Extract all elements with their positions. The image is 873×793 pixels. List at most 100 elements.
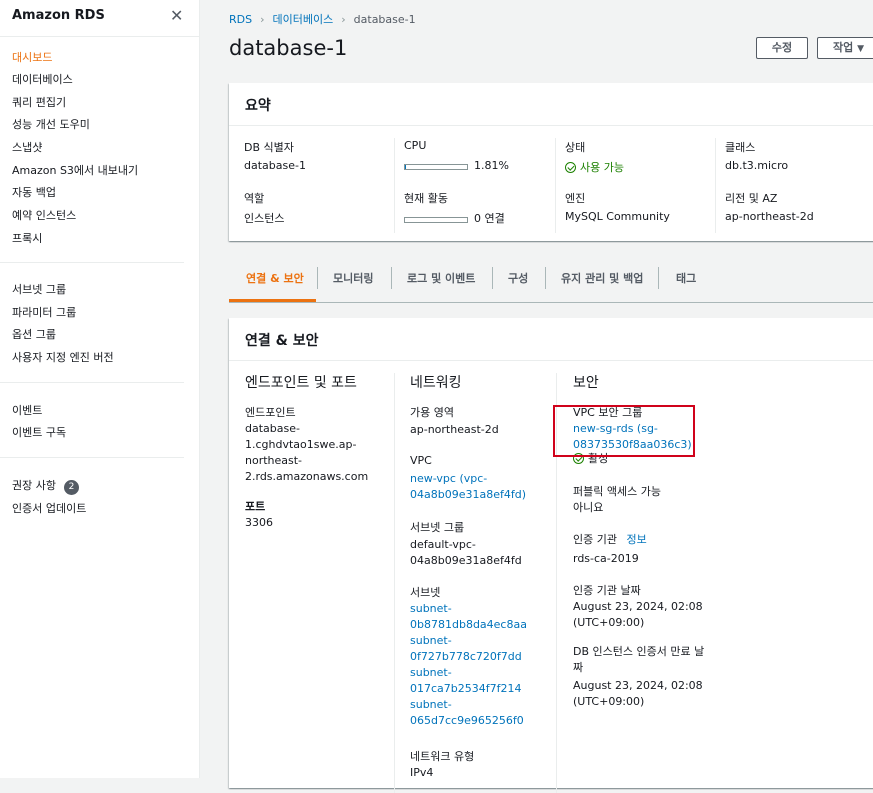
subnets-list[interactable]: subnet- 0b8781db8da4ec8aa subnet- 0f727b… xyxy=(410,601,527,729)
sidebar-item-parameter-groups[interactable]: 파라미터 그룹 xyxy=(12,304,76,320)
status-label: 상태 xyxy=(565,141,586,154)
divider xyxy=(391,267,392,289)
status-text: 사용 가능 xyxy=(580,161,624,174)
az-label: 가용 영역 xyxy=(410,406,454,419)
subnet-link-line[interactable]: 065d7cc9e965256f0 xyxy=(410,713,527,729)
endpoint-line: 1.cghdvtao1swe.ap- xyxy=(245,438,357,451)
actions-button[interactable]: 작업 ▼ xyxy=(817,37,873,59)
tab-maintenance-backups[interactable]: 유지 관리 및 백업 xyxy=(561,270,643,286)
divider xyxy=(492,267,493,289)
cert-expiry-label: DB 인스턴스 인증서 만료 날 짜 xyxy=(573,644,704,676)
sidebar-item-option-groups[interactable]: 옵션 그룹 xyxy=(12,326,56,342)
divider xyxy=(0,457,184,458)
subnet-link-line[interactable]: subnet- xyxy=(410,601,527,617)
sidebar: Amazon RDS ✕ 대시보드 데이터베이스 쿼리 편집기 성능 개선 도우… xyxy=(0,0,200,778)
vpc-link-line: new-vpc (vpc- xyxy=(410,472,488,485)
chevron-right-icon: › xyxy=(341,13,346,26)
sidebar-item-events[interactable]: 이벤트 xyxy=(12,402,42,418)
cpu-percent: 1.81% xyxy=(474,159,509,172)
cpu-meter-fill xyxy=(405,165,407,169)
region-value: ap-northeast-2d xyxy=(725,210,814,223)
breadcrumb-databases[interactable]: 데이터베이스 xyxy=(273,13,334,26)
subnet-link-line[interactable]: 0f727b778c720f7dd xyxy=(410,649,527,665)
subnet-group-value: default-vpc- 04a8b09e31a8ef4fd xyxy=(410,537,522,569)
subnet-link-line[interactable]: 0b8781db8da4ec8aa xyxy=(410,617,527,633)
tab-connectivity-security[interactable]: 연결 & 보안 xyxy=(246,270,304,286)
vpc-link-line: 04a8b09e31a8ef4fd) xyxy=(410,488,527,501)
connectivity-heading: 연결 & 보안 xyxy=(245,333,319,349)
activity-label: 현재 활동 xyxy=(404,192,448,205)
activity-value: 0 연결 xyxy=(404,210,505,226)
breadcrumb-current: database-1 xyxy=(353,13,416,26)
tab-logs-events[interactable]: 로그 및 이벤트 xyxy=(407,270,475,286)
tab-monitoring[interactable]: 모니터링 xyxy=(333,270,373,286)
sidebar-item-recommendations[interactable]: 권장 사항 2 xyxy=(12,477,79,495)
cert-expiry-value: August 23, 2024, 02:08 (UTC+09:00) xyxy=(573,678,703,710)
sidebar-item-snapshots[interactable]: 스냅샷 xyxy=(12,139,42,155)
subnet-group-line: 04a8b09e31a8ef4fd xyxy=(410,554,522,567)
vpc-link[interactable]: new-vpc (vpc- 04a8b09e31a8ef4fd) xyxy=(410,471,526,503)
ca-info-link[interactable]: 정보 xyxy=(626,533,646,546)
ca-date-line: August 23, 2024, 02:08 xyxy=(573,600,703,613)
port-label: 포트 xyxy=(245,500,266,513)
breadcrumb: RDS › 데이터베이스 › database-1 xyxy=(229,11,416,27)
summary-heading: 요약 xyxy=(245,98,271,114)
public-access-value: 아니요 xyxy=(573,501,604,514)
role-label: 역할 xyxy=(244,192,265,205)
sidebar-item-performance-insights[interactable]: 성능 개선 도우미 xyxy=(12,116,90,132)
sidebar-item-s3-export[interactable]: Amazon S3에서 내보내기 xyxy=(12,162,138,178)
public-access-label: 퍼블릭 액세스 가능 xyxy=(573,485,661,498)
highlight-box xyxy=(553,405,695,457)
subnet-link-line[interactable]: subnet- xyxy=(410,633,527,649)
role-value: 인스턴스 xyxy=(244,212,285,225)
subnet-link-line[interactable]: subnet- xyxy=(410,697,527,713)
tab-configuration[interactable]: 구성 xyxy=(508,270,528,286)
sidebar-item-query-editor[interactable]: 쿼리 편집기 xyxy=(12,94,66,110)
page-title: database-1 xyxy=(229,36,348,60)
region-label: 리전 및 AZ xyxy=(725,192,778,205)
sidebar-title: Amazon RDS xyxy=(12,8,105,23)
sidebar-item-dashboard[interactable]: 대시보드 xyxy=(12,49,52,65)
count-badge: 2 xyxy=(63,480,79,495)
tab-bar: 연결 & 보안 모니터링 로그 및 이벤트 구성 유지 관리 및 백업 태그 xyxy=(229,262,873,303)
cpu-label: CPU xyxy=(404,139,427,152)
divider xyxy=(545,267,546,289)
network-type-value: IPv4 xyxy=(410,766,434,779)
ca-date-label: 인증 기관 날짜 xyxy=(573,584,641,597)
caret-down-icon: ▼ xyxy=(857,44,865,54)
sidebar-item-subnet-groups[interactable]: 서브넷 그룹 xyxy=(12,281,66,297)
sidebar-item-custom-engine-versions[interactable]: 사용자 지정 엔진 버전 xyxy=(12,349,114,365)
sidebar-item-proxies[interactable]: 프록시 xyxy=(12,230,42,246)
subnet-link-line[interactable]: subnet- xyxy=(410,665,527,681)
endpoint-label: 엔드포인트 xyxy=(245,406,296,419)
summary-panel: 요약 DB 식별자 database-1 CPU 1.81% 상태 사용 가능 … xyxy=(229,83,873,241)
divider xyxy=(317,267,318,289)
cert-expiry-label-line: DB 인스턴스 인증서 만료 날 xyxy=(573,645,705,658)
port-value: 3306 xyxy=(245,516,273,529)
divider xyxy=(394,138,395,233)
tab-tags[interactable]: 태그 xyxy=(676,270,696,286)
sidebar-item-certificate-update[interactable]: 인증서 업데이트 xyxy=(12,500,86,516)
modify-button[interactable]: 수정 xyxy=(756,37,808,59)
sidebar-item-auto-backups[interactable]: 자동 백업 xyxy=(12,184,56,200)
chevron-right-icon: › xyxy=(260,13,265,26)
activity-meter xyxy=(404,217,468,223)
actions-button-label: 작업 xyxy=(833,41,854,54)
cpu-meter xyxy=(404,164,468,170)
divider xyxy=(229,360,873,361)
cert-expiry-label-line: 짜 xyxy=(573,661,584,674)
divider xyxy=(394,373,395,793)
cert-expiry-line: August 23, 2024, 02:08 xyxy=(573,679,703,692)
az-value: ap-northeast-2d xyxy=(410,423,499,436)
sidebar-item-reserved-instances[interactable]: 예약 인스턴스 xyxy=(12,207,76,223)
endpoint-line: 2.rds.amazonaws.com xyxy=(245,470,369,483)
engine-label: 엔진 xyxy=(565,192,586,205)
close-icon[interactable]: ✕ xyxy=(170,6,183,25)
subnet-link-line[interactable]: 017ca7b2534f7f214 xyxy=(410,681,527,697)
subnets-label: 서브넷 xyxy=(410,586,441,599)
breadcrumb-rds[interactable]: RDS xyxy=(229,13,252,26)
sidebar-item-event-subscriptions[interactable]: 이벤트 구독 xyxy=(12,424,66,440)
cpu-value: 1.81% xyxy=(404,159,509,172)
sidebar-item-databases[interactable]: 데이터베이스 xyxy=(12,71,73,87)
divider xyxy=(229,125,873,126)
